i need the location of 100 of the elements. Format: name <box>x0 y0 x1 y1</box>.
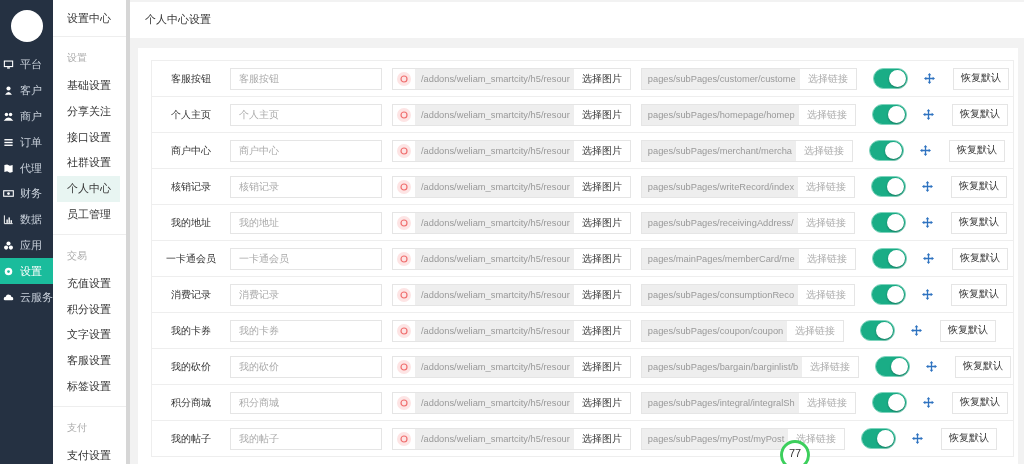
circle-icon <box>397 143 411 158</box>
row-label: 我的地址 <box>170 215 212 230</box>
image-picker[interactable]: /addons/weliam_smartcity/h5/resour 选择图片 <box>392 427 631 450</box>
row-label: 客服按钮 <box>170 71 212 86</box>
reset-default-button[interactable]: 恢复默认 <box>951 283 1008 306</box>
toggle-switch[interactable] <box>871 176 907 197</box>
move-icon[interactable] <box>922 253 934 264</box>
image-picker[interactable]: /addons/weliam_smartcity/h5/resour 选择图片 <box>392 391 631 414</box>
toggle-switch[interactable] <box>875 356 911 377</box>
cluster-icon <box>3 239 14 251</box>
submenu-item[interactable]: 充值设置 <box>57 270 120 297</box>
image-path-text: /addons/weliam_smartcity/h5/resour <box>415 212 574 233</box>
move-icon[interactable] <box>922 289 934 300</box>
submenu-item[interactable]: 支付设置 <box>57 442 120 464</box>
move-icon[interactable] <box>920 145 931 156</box>
move-icon[interactable] <box>911 325 923 336</box>
sidebar-item[interactable]: 应用 <box>0 232 53 259</box>
image-picker[interactable]: /addons/weliam_smartcity/h5/resour 选择图片 <box>392 139 631 162</box>
name-input-field[interactable]: 个人主页 <box>230 103 382 126</box>
name-input-field[interactable]: 我的帖子 <box>230 427 382 450</box>
reset-default-button[interactable]: 恢复默认 <box>949 139 1005 162</box>
image-picker[interactable]: /addons/weliam_smartcity/h5/resour 选择图片 <box>392 283 631 306</box>
sidebar-item[interactable]: 商户 <box>0 103 53 130</box>
sidebar-item[interactable]: 客户 <box>0 77 53 104</box>
submenu-item[interactable]: 标签设置 <box>57 373 120 400</box>
row-label: 商户中心 <box>170 143 212 158</box>
name-input-field[interactable]: 我的砍价 <box>230 355 382 378</box>
image-picker[interactable]: /addons/weliam_smartcity/h5/resour 选择图片 <box>392 103 631 126</box>
section-heading: 设置 <box>66 51 88 65</box>
submenu-item[interactable]: 社群设置 <box>57 150 120 177</box>
submenu-item[interactable]: 员工管理 <box>57 202 120 228</box>
submenu-item[interactable]: 客服设置 <box>57 348 120 374</box>
sidebar-item[interactable]: 代理 <box>0 155 53 181</box>
circle-icon <box>397 251 411 266</box>
bar-chart-icon <box>3 214 14 226</box>
sidebar-item[interactable]: 云服务 <box>0 284 53 310</box>
row-label: 一卡通会员 <box>165 251 217 266</box>
toggle-switch[interactable] <box>871 248 907 269</box>
image-picker[interactable]: /addons/weliam_smartcity/h5/resour 选择图片 <box>392 67 631 90</box>
sidebar-item[interactable]: 数据 <box>0 206 53 233</box>
name-input-field[interactable]: 核销记录 <box>230 175 382 198</box>
toggle-switch[interactable] <box>871 284 907 305</box>
name-input-field[interactable]: 商户中心 <box>230 139 382 162</box>
toggle-switch[interactable] <box>869 140 904 161</box>
submenu-item[interactable]: 接口设置 <box>57 124 120 151</box>
name-input-field[interactable]: 我的卡券 <box>230 319 382 342</box>
name-input-field[interactable]: 积分商城 <box>230 391 382 414</box>
reset-default-button[interactable]: 恢复默认 <box>940 319 997 342</box>
circle-icon <box>397 323 411 338</box>
image-picker[interactable]: /addons/weliam_smartcity/h5/resour 选择图片 <box>392 247 631 270</box>
name-input-field[interactable]: 客服按钮 <box>230 67 382 90</box>
section-heading: 交易 <box>66 248 88 263</box>
toggle-switch[interactable] <box>861 428 897 449</box>
move-icon[interactable] <box>921 217 933 228</box>
submenu-item[interactable]: 积分设置 <box>57 296 120 323</box>
circle-icon <box>397 287 411 302</box>
reset-default-button[interactable]: 恢复默认 <box>951 175 1008 198</box>
row-label: 我的砍价 <box>170 359 212 374</box>
reset-default-button[interactable]: 恢复默认 <box>951 391 1008 414</box>
toggle-switch[interactable] <box>871 392 907 413</box>
submenu-item[interactable]: 文字设置 <box>57 322 120 349</box>
image-picker[interactable]: /addons/weliam_smartcity/h5/resour 选择图片 <box>392 355 631 378</box>
people-icon <box>3 111 14 122</box>
row-label: 我的帖子 <box>170 431 212 446</box>
name-input-field[interactable]: 我的地址 <box>230 211 382 234</box>
circle-icon <box>397 395 411 410</box>
sidebar-item[interactable]: 订单 <box>0 129 53 156</box>
reset-default-button[interactable]: 恢复默认 <box>955 355 1012 378</box>
reset-default-button[interactable]: 恢复默认 <box>951 103 1008 126</box>
row-label: 核销记录 <box>170 179 212 194</box>
toggle-switch[interactable] <box>870 212 906 233</box>
sidebar-item[interactable]: 财务 <box>0 181 53 207</box>
row-label: 消费记录 <box>170 287 212 302</box>
move-icon[interactable] <box>923 73 935 84</box>
submenu-item[interactable]: 分享关注 <box>57 98 120 125</box>
reset-default-button[interactable]: 恢复默认 <box>951 247 1008 270</box>
link-path-text: pages/subPages/customer/custome <box>641 68 800 89</box>
reset-default-button[interactable]: 恢复默认 <box>950 211 1007 234</box>
toggle-switch[interactable] <box>871 104 907 125</box>
toggle-switch[interactable] <box>860 320 896 341</box>
move-icon[interactable] <box>922 397 934 408</box>
image-picker[interactable]: /addons/weliam_smartcity/h5/resour 选择图片 <box>392 211 631 234</box>
move-icon[interactable] <box>922 109 934 120</box>
move-icon[interactable] <box>926 361 938 372</box>
image-picker[interactable]: /addons/weliam_smartcity/h5/resour 选择图片 <box>392 319 631 342</box>
submenu-item[interactable]: 个人中心 <box>57 176 120 202</box>
reset-default-button[interactable]: 恢复默认 <box>952 67 1009 90</box>
link-path-text: pages/subPages/merchant/mercha <box>641 140 796 161</box>
image-picker[interactable]: /addons/weliam_smartcity/h5/resour 选择图片 <box>392 175 631 198</box>
link-path-text: pages/subPages/coupon/coupon <box>641 320 788 341</box>
name-input-field[interactable]: 消费记录 <box>230 283 382 306</box>
submenu-item[interactable]: 基础设置 <box>57 73 120 99</box>
toggle-switch[interactable] <box>872 68 908 89</box>
sidebar-item[interactable]: 平台 <box>0 52 53 78</box>
circle-icon <box>397 359 411 374</box>
move-icon[interactable] <box>912 433 924 444</box>
gear-icon <box>3 265 14 277</box>
circle-icon <box>397 215 411 230</box>
reset-default-button[interactable]: 恢复默认 <box>941 427 998 450</box>
move-icon[interactable] <box>922 181 934 192</box>
